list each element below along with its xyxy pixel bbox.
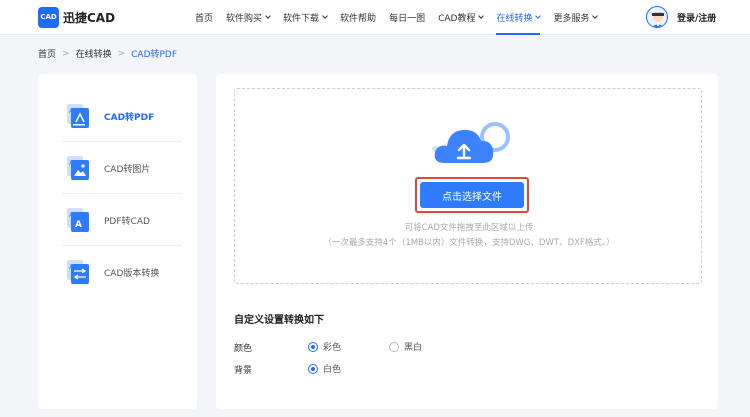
nav-item-more[interactable]: 更多服务 <box>553 0 599 35</box>
nav-item-home[interactable]: 首页 <box>195 0 213 35</box>
chevron-down-icon <box>592 13 599 19</box>
nav-label: 软件帮助 <box>340 14 377 24</box>
cad-to-image-icon: A <box>67 156 89 180</box>
radio-checked-icon <box>308 363 318 374</box>
format-hint: （一次最多支持4个（1MB以内）文件转换，支持DWG、DWT、DXF格式。） <box>323 238 615 248</box>
select-file-button[interactable]: 点击选择文件 <box>420 182 524 208</box>
breadcrumb-separator: > <box>117 48 126 59</box>
file-drop-zone[interactable]: 点击选择文件 可将CAD文件拖拽至此区域以上传 （一次最多支持4个（1MB以内）… <box>234 88 702 284</box>
pdf-to-cad-icon: A A <box>67 208 89 232</box>
chevron-down-icon <box>265 13 271 19</box>
nav-item-tutorial[interactable]: CAD教程 <box>438 0 485 35</box>
avatar[interactable] <box>646 6 668 28</box>
breadcrumb-current: CAD转PDF <box>131 50 178 60</box>
background-label: 背景 <box>234 366 253 376</box>
sidebar-item-label: PDF转CAD <box>104 217 150 227</box>
nav-label: 更多服务 <box>553 14 590 24</box>
breadcrumb-home[interactable]: 首页 <box>38 47 56 60</box>
nav-label: 软件下载 <box>283 14 320 24</box>
cloud-upload-icon <box>432 122 510 163</box>
brand-name[interactable]: 迅捷CAD <box>63 9 115 26</box>
sidebar: A CAD转PDF A CAD转图片 A A PDF转CAD A CAD版本转换 <box>38 74 197 409</box>
drop-hint: 可将CAD文件拖拽至此区域以上传 <box>404 223 534 233</box>
nav-item-download[interactable]: 软件下载 <box>283 0 328 35</box>
main-nav: 首页 软件购买 软件下载 软件帮助 每日一图 CAD教程 在线转换 更多服务 <box>195 0 610 35</box>
nav-label: CAD教程 <box>438 14 476 24</box>
svg-text:A: A <box>69 211 74 219</box>
settings-title: 自定义设置转换如下 <box>234 315 324 326</box>
background-option-white[interactable]: 白色 <box>308 362 341 375</box>
cad-to-pdf-icon: A <box>67 104 89 128</box>
sidebar-item-label: CAD版本转换 <box>104 269 160 279</box>
svg-text:A: A <box>69 263 74 271</box>
svg-text:A: A <box>69 159 74 167</box>
color-option-color[interactable]: 彩色 <box>308 340 341 353</box>
color-label: 颜色 <box>234 344 253 354</box>
login-register-link[interactable]: 登录/注册 <box>677 11 716 24</box>
cad-version-convert-icon: A <box>67 260 89 284</box>
nav-item-help[interactable]: 软件帮助 <box>340 0 376 35</box>
nav-label: 首页 <box>195 14 214 24</box>
nav-label: 每日一图 <box>389 14 426 24</box>
sidebar-item-cad-to-pdf[interactable]: A CAD转PDF <box>62 90 182 142</box>
sidebar-item-cad-to-image[interactable]: A CAD转图片 <box>62 142 182 194</box>
radio-label: 白色 <box>323 365 342 375</box>
nav-label: 软件购买 <box>226 14 263 24</box>
radio-checked-icon <box>308 341 318 352</box>
top-nav-bar: CAD 迅捷CAD 首页 软件购买 软件下载 软件帮助 每日一图 CAD教程 在… <box>0 0 750 35</box>
sidebar-item-cad-version-convert[interactable]: A CAD版本转换 <box>62 246 182 298</box>
nav-label: 在线转换 <box>496 14 533 24</box>
svg-text:A: A <box>69 107 74 115</box>
user-avatar-icon <box>652 12 664 27</box>
chevron-down-icon <box>478 13 485 19</box>
main-panel: 点击选择文件 可将CAD文件拖拽至此区域以上传 （一次最多支持4个（1MB以内）… <box>216 74 718 409</box>
breadcrumb-separator: > <box>62 48 70 59</box>
sidebar-item-label: CAD转图片 <box>104 165 151 175</box>
breadcrumb: 首页 > 在线转换 > CAD转PDF <box>38 47 178 61</box>
logo-icon[interactable]: CAD <box>38 7 59 28</box>
chevron-down-icon <box>322 13 328 19</box>
sidebar-item-pdf-to-cad[interactable]: A A PDF转CAD <box>62 194 182 246</box>
svg-text:A: A <box>75 220 82 230</box>
upload-button-highlight: 点击选择文件 <box>415 177 529 213</box>
nav-item-daily[interactable]: 每日一图 <box>389 0 425 35</box>
breadcrumb-online-convert[interactable]: 在线转换 <box>76 47 112 60</box>
radio-label: 彩色 <box>323 343 342 353</box>
nav-item-buy[interactable]: 软件购买 <box>226 0 271 35</box>
radio-label: 黑白 <box>404 343 423 353</box>
sidebar-item-label: CAD转PDF <box>104 113 155 123</box>
nav-item-online-convert[interactable]: 在线转换 <box>496 0 542 35</box>
radio-unchecked-icon <box>389 341 399 352</box>
chevron-down-icon <box>535 13 542 19</box>
color-option-bw[interactable]: 黑白 <box>389 340 422 353</box>
